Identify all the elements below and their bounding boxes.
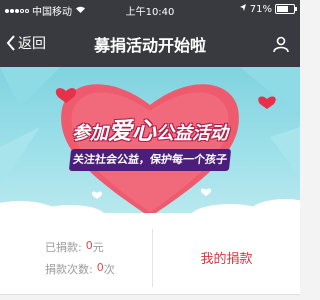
- banner-title: 参加爱心公益活动: [58, 111, 242, 146]
- banner-title-big: 爱心: [108, 117, 156, 145]
- chevron-left-icon: [6, 35, 15, 51]
- my-donation-label: 我的捐款: [200, 252, 253, 267]
- banner-title-post: 公益活动: [156, 123, 228, 144]
- location-icon: [239, 3, 247, 15]
- person-icon: [273, 36, 289, 53]
- banner-title-pre: 参加: [72, 123, 108, 144]
- banner-ribbon: 关注社会公益，保护每一个孩子: [68, 149, 232, 171]
- donated-value: 0: [85, 239, 93, 252]
- donated-unit: 元: [92, 241, 104, 254]
- count-unit: 次: [103, 263, 115, 276]
- donation-count-row: 捐款次数: 0 次: [45, 261, 115, 277]
- status-right: 71%: [239, 3, 297, 15]
- count-label: 捐款次数:: [45, 263, 93, 276]
- back-button[interactable]: 返回: [6, 33, 46, 53]
- small-heart-icon: [258, 96, 276, 109]
- count-value: 0: [96, 261, 104, 274]
- more-button[interactable]: [270, 33, 292, 55]
- donated-amount-row: 已捐款: 0 元: [45, 239, 104, 255]
- nav-bar: 返回 募捐活动开始啦: [0, 19, 300, 67]
- back-label: 返回: [18, 36, 46, 52]
- donated-label: 已捐款:: [45, 241, 82, 254]
- status-bar: 中国移动 上午10:40 71%: [0, 0, 300, 19]
- my-donation-button[interactable]: 我的捐款: [153, 221, 300, 294]
- battery-percent: 71%: [249, 3, 272, 15]
- battery-icon: [275, 4, 297, 14]
- donation-stats: 已捐款: 0 元 捐款次数: 0 次 我的捐款: [0, 221, 300, 295]
- campaign-banner: 参加爱心公益活动 关注社会公益，保护每一个孩子: [0, 67, 300, 221]
